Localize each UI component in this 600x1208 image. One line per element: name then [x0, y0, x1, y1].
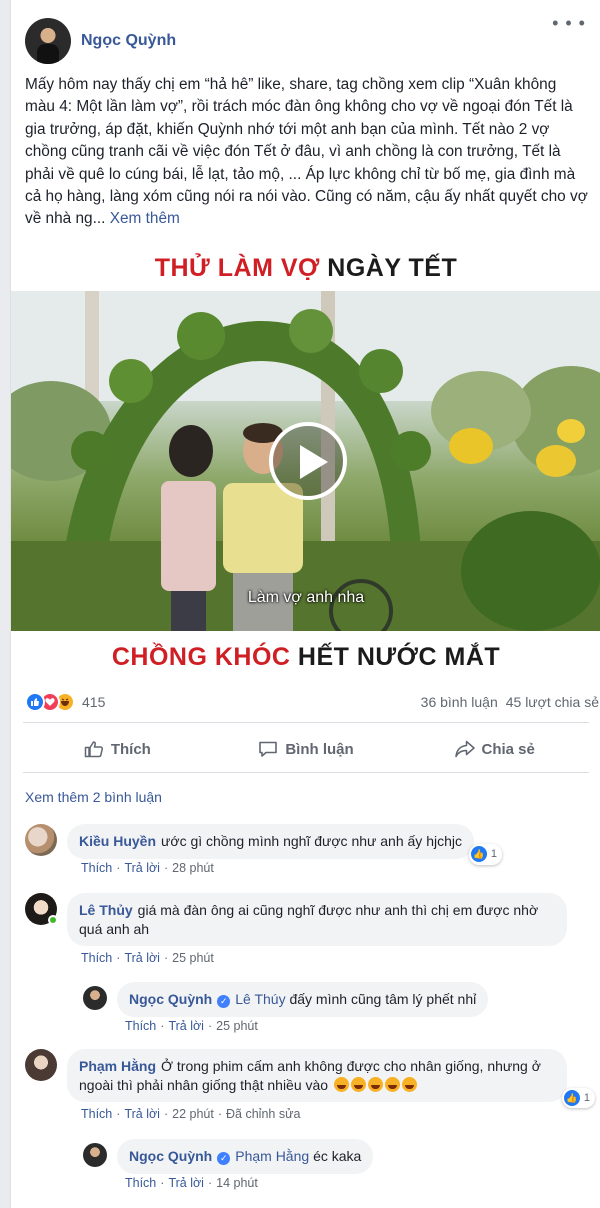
comment-text: ước gì chồng mình nghĩ được như anh ấy h…: [161, 833, 462, 849]
comment-meta: Thích · Trả lời · 25 phút: [81, 951, 214, 965]
comment-like-badge[interactable]: 👍 1: [468, 844, 502, 865]
commenter-name[interactable]: Ngọc Quỳnh: [129, 1148, 212, 1164]
comment-meta: Thích · Trả lời · 25 phút: [125, 1019, 258, 1033]
divider: [23, 722, 589, 723]
comment: Phạm Hằng Ở trong phim cấm anh không được…: [25, 1049, 595, 1108]
comment-text: giá mà đàn ông ai cũng nghĩ được như anh…: [79, 902, 539, 937]
video-title: THỬ LÀM VỢ NGÀY TẾT: [11, 254, 600, 283]
divider: [23, 772, 589, 773]
comment-like-count: 1: [583, 1091, 590, 1104]
comment: Kiều Huyền ước gì chồng mình nghĩ được nh…: [25, 824, 502, 865]
commenter-name[interactable]: Lê Thủy: [79, 902, 133, 918]
comment-reply-link[interactable]: Trả lời: [168, 1019, 204, 1033]
like-icon: 👍: [563, 1089, 580, 1106]
comment-time[interactable]: 28 phút: [172, 861, 214, 875]
edited-label[interactable]: Đã chỉnh sửa: [226, 1107, 300, 1121]
reply: Ngọc Quỳnh ✓ Phạm Hằng éc kaka: [83, 1139, 374, 1174]
commenter-avatar[interactable]: [25, 824, 57, 856]
like-reaction-icon[interactable]: [25, 692, 45, 712]
comment-text: éc kaka: [313, 1148, 362, 1164]
share-count[interactable]: 45 lượt chia sẻ: [506, 694, 599, 710]
comment-time[interactable]: 14 phút: [216, 1176, 258, 1190]
comment-reply-link[interactable]: Trả lời: [124, 861, 160, 875]
commenter-avatar[interactable]: [25, 1049, 57, 1081]
video-title-red: THỬ LÀM VỢ: [154, 254, 320, 282]
verified-icon: ✓: [217, 995, 231, 1008]
video-subtitle: Làm vợ anh nha: [247, 589, 365, 606]
commenter-name[interactable]: Kiều Huyền: [79, 833, 156, 849]
laughing-emoji-icon: [351, 1076, 366, 1092]
mention-tag[interactable]: Phạm Hằng: [235, 1148, 309, 1164]
comment-reply-link[interactable]: Trả lời: [124, 951, 160, 965]
comment-like-link[interactable]: Thích: [81, 861, 112, 875]
comment-like-badge[interactable]: 👍 1: [561, 1087, 595, 1108]
laughing-emoji-icon: [385, 1076, 400, 1092]
like-button[interactable]: Thích: [23, 728, 212, 770]
comment-reply-link[interactable]: Trả lời: [168, 1176, 204, 1190]
commenter-name[interactable]: Phạm Hằng: [79, 1058, 156, 1074]
comment-like-link[interactable]: Thích: [81, 1107, 112, 1121]
comment-bubble: Ngọc Quỳnh ✓ Lê Thúy đấy mình cũng tâm lý …: [117, 982, 489, 1017]
comment-meta: Thích · Trả lời · 14 phút: [125, 1176, 258, 1190]
comment-icon: [259, 741, 278, 757]
video-title-dark: NGÀY TẾT: [327, 254, 458, 282]
laughing-emoji-icon: [368, 1076, 383, 1092]
comment-bubble: Ngọc Quỳnh ✓ Phạm Hằng éc kaka: [117, 1139, 374, 1174]
comment-bubble: Lê Thủy giá mà đàn ông ai cũng nghĩ được …: [67, 893, 567, 946]
comment-time[interactable]: 25 phút: [216, 1019, 258, 1033]
commenter-avatar[interactable]: [25, 893, 58, 925]
online-status-icon: [48, 915, 58, 925]
thumbs-up-icon: [84, 741, 103, 758]
commenter-name[interactable]: Ngọc Quỳnh: [129, 991, 212, 1007]
see-more-link[interactable]: Xem thêm: [110, 210, 180, 227]
action-bar: Thích Bình luận Chia sẻ: [23, 728, 589, 770]
comment-meta: Thích · Trả lời · 28 phút: [81, 861, 214, 875]
video-player[interactable]: THỬ LÀM VỢ NGÀY TẾT Làm vợ anh nha CHỒNG…: [11, 245, 600, 676]
post-body: Mấy hôm nay thấy chị em “hả hê” like, sh…: [25, 76, 588, 228]
video-caption: CHỒNG KHÓC HẾT NƯỚC MẮT: [11, 643, 600, 672]
comment-like-link[interactable]: Thích: [81, 951, 112, 965]
verified-icon: ✓: [217, 1152, 231, 1165]
comment-reply-link[interactable]: Trả lời: [124, 1107, 160, 1121]
share-label: Chia sẻ: [481, 740, 535, 758]
like-label: Thích: [110, 740, 151, 758]
laughing-emoji-icon: [334, 1076, 349, 1092]
comment-bubble: Phạm Hằng Ở trong phim cấm anh không được…: [67, 1049, 595, 1108]
post-header: Ngọc Quỳnh: [25, 16, 176, 66]
comment: Lê Thủy giá mà đàn ông ai cũng nghĩ được …: [25, 893, 567, 946]
view-more-comments-link[interactable]: Xem thêm 2 bình luận: [25, 789, 162, 805]
comment-button[interactable]: Bình luận: [212, 728, 401, 770]
video-caption-red: CHỒNG KHÓC: [111, 643, 291, 671]
comment-like-count: 1: [490, 848, 497, 860]
video-caption-dark: HẾT NƯỚC MẮT: [297, 643, 501, 671]
comment-label: Bình luận: [285, 740, 354, 758]
share-button[interactable]: Chia sẻ: [400, 728, 589, 770]
commenter-avatar[interactable]: [83, 1143, 107, 1167]
reaction-count[interactable]: 415: [82, 694, 105, 710]
author-name[interactable]: Ngọc Quỳnh: [81, 32, 176, 50]
comment-bubble: Kiều Huyền ước gì chồng mình nghĩ được nh…: [67, 824, 502, 865]
post-stats: 415 36 bình luận 45 lượt chia sẻ: [25, 689, 599, 715]
comment-like-link[interactable]: Thích: [125, 1176, 156, 1190]
laughing-emoji-icon: [402, 1076, 417, 1092]
like-icon: 👍: [470, 846, 487, 863]
play-icon[interactable]: [269, 422, 347, 500]
comment-count[interactable]: 36 bình luận: [421, 694, 498, 710]
mention-tag[interactable]: Lê Thúy: [235, 991, 285, 1007]
comment-like-link[interactable]: Thích: [125, 1019, 156, 1033]
post-text: Mấy hôm nay thấy chị em “hả hê” like, sh…: [25, 74, 589, 231]
comment-time[interactable]: 25 phút: [172, 951, 214, 965]
commenter-avatar[interactable]: [83, 986, 107, 1010]
author-avatar[interactable]: [25, 18, 71, 64]
video-thumbnail[interactable]: Làm vợ anh nha: [11, 291, 600, 631]
comment-time[interactable]: 22 phút: [172, 1107, 214, 1121]
more-options-icon[interactable]: • • •: [552, 14, 586, 32]
reply: Ngọc Quỳnh ✓ Lê Thúy đấy mình cũng tâm lý …: [83, 982, 489, 1017]
post-card: • • • Ngọc Quỳnh Mấy hôm nay thấy chị em…: [10, 0, 600, 1208]
share-icon: [454, 740, 475, 758]
comment-text: đấy mình cũng tâm lý phết nhỉ: [289, 991, 477, 1007]
comment-meta: Thích · Trả lời · 22 phút · Đã chỉnh sửa: [81, 1107, 301, 1121]
